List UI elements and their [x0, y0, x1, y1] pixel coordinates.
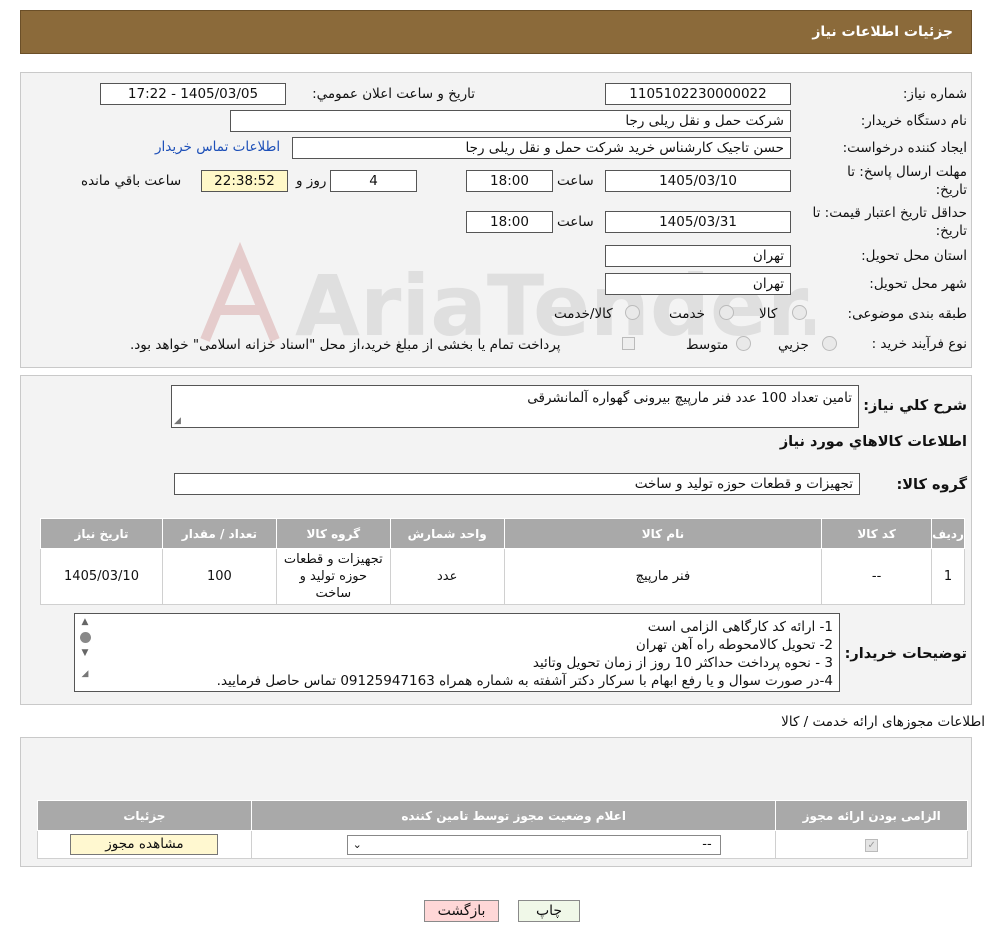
- payment-checkbox[interactable]: [622, 337, 635, 350]
- col-qty: تعداد / مقدار: [162, 518, 277, 549]
- buyer-org-field: شرکت حمل و نقل ریلی رجا: [230, 110, 791, 132]
- cell-qty: 100: [162, 548, 277, 605]
- process-minor-label: جزيي: [778, 337, 809, 353]
- back-button[interactable]: بازگشت: [424, 900, 499, 922]
- col-unit: واحد شمارش: [389, 518, 505, 549]
- need-number-label: شماره نیاز:: [902, 86, 967, 102]
- permit-status-value: --: [702, 836, 712, 852]
- category-goods-label: کالا: [759, 306, 778, 322]
- announce-field: 1405/03/05 - 17:22: [100, 83, 286, 105]
- cell-date: 1405/03/10: [40, 548, 163, 605]
- col-name: نام کالا: [503, 518, 823, 549]
- cell-permit-details: مشاهده مجوز: [37, 830, 252, 859]
- summary-textarea[interactable]: تامین تعداد 100 عدد فنر مارپیچ بیرونی گه…: [171, 385, 859, 428]
- scroll-up-icon[interactable]: ▲: [77, 616, 93, 628]
- goods-table: رديف کد کالا نام کالا واحد شمارش گروه کا…: [40, 518, 965, 605]
- col-date: تاريخ نياز: [40, 518, 163, 549]
- buyer-org-label: نام دستگاه خريدار:: [860, 113, 967, 129]
- process-medium-label: متوسط: [686, 337, 729, 353]
- need-number-field: 1105102230000022: [605, 83, 791, 105]
- cell-row: 1: [931, 548, 965, 605]
- validity-date-field: 1405/03/31: [605, 211, 791, 233]
- summary-label: شرح کلي نياز:: [863, 398, 967, 414]
- summary-text: تامین تعداد 100 عدد فنر مارپیچ بیرونی گه…: [527, 390, 852, 406]
- cell-group: تجهیزات و قطعات حوزه تولید و ساخت: [275, 548, 391, 605]
- buyer-note-line: 3 - نحوه پرداخت حداکثر 10 روز از زمان تح…: [532, 655, 833, 671]
- validity-time-label: ساعت: [557, 214, 594, 230]
- category-label: طبقه بندی موضوعی:: [847, 306, 967, 322]
- reply-time-label: ساعت: [557, 173, 594, 189]
- reply-deadline-label-date: تاریخ:: [935, 182, 967, 198]
- province-label: استان محل تحويل:: [861, 248, 967, 264]
- col-permit-status: اعلام وضعیت مجوز توسط تامین کننده: [250, 800, 777, 831]
- reply-date-field: 1405/03/10: [605, 170, 791, 192]
- creator-field: حسن تاجیک کارشناس خرید شرکت حمل و نقل ری…: [292, 137, 791, 159]
- category-goods-radio[interactable]: [792, 305, 807, 320]
- category-goods-service-label: کالا/خدمت: [554, 306, 613, 322]
- col-group: گروه کالا: [275, 518, 391, 549]
- page-header: جزئیات اطلاعات نیاز: [20, 10, 972, 54]
- col-row: رديف: [931, 518, 965, 549]
- days-label: روز و: [296, 173, 327, 189]
- category-service-radio[interactable]: [719, 305, 734, 320]
- reply-deadline-label: مهلت ارسال پاسخ: تا: [847, 164, 967, 180]
- buyer-notes-label: توضيحات خريدار:: [844, 646, 967, 662]
- city-field: تهران: [605, 273, 791, 295]
- permits-table-header: الزامی بودن ارائه مجوز اعلام وضعیت مجوز …: [37, 800, 968, 831]
- category-goods-service-radio[interactable]: [625, 305, 640, 320]
- province-field: تهران: [605, 245, 791, 267]
- city-label: شهر محل تحويل:: [869, 276, 967, 292]
- remaining-time-label: ساعت باقي مانده: [81, 173, 182, 189]
- table-row: ✓ -- ⌄ مشاهده مجوز: [37, 830, 968, 859]
- col-code: کد کالا: [821, 518, 933, 549]
- category-service-label: خدمت: [669, 306, 705, 322]
- permits-table: الزامی بودن ارائه مجوز اعلام وضعیت مجوز …: [37, 800, 968, 859]
- days-remaining-field: 4: [330, 170, 417, 192]
- process-type-label: نوع فرآیند خرید :: [871, 336, 967, 352]
- watermark-emblem-icon: [200, 241, 280, 342]
- notes-scrollbar[interactable]: ▲ ▼ ◢: [77, 616, 93, 689]
- goods-group-label: گروه کالا:: [896, 477, 967, 493]
- cell-name: فنر مارپیچ: [503, 548, 823, 605]
- cell-permit-required: ✓: [775, 830, 968, 859]
- resize-grip-icon[interactable]: ◢: [174, 416, 181, 426]
- col-permit-details: جزئیات: [37, 800, 252, 831]
- remaining-time-field: 22:38:52: [201, 170, 288, 192]
- process-medium-radio[interactable]: [736, 336, 751, 351]
- goods-group-field: تجهیزات و قطعات حوزه تولید و ساخت: [174, 473, 860, 495]
- price-validity-label: حداقل تاريخ اعتبار قيمت: تا: [812, 205, 967, 221]
- goods-info-title: اطلاعات کالاهاي مورد نياز: [779, 434, 967, 450]
- cell-unit: عدد: [389, 548, 505, 605]
- announce-label: تاریخ و ساعت اعلان عمومي:: [312, 86, 475, 102]
- reply-time-field: 18:00: [466, 170, 553, 192]
- buyer-note-line: 2- تحویل کالامحوطه راه آهن تهران: [635, 637, 833, 653]
- print-button[interactable]: چاپ: [518, 900, 580, 922]
- buyer-note-line: 1- ارائه کد کارگاهی الزامی است: [647, 619, 833, 635]
- page-title: جزئیات اطلاعات نیاز: [812, 24, 953, 40]
- view-permit-button[interactable]: مشاهده مجوز: [70, 834, 219, 855]
- validity-time-field: 18:00: [466, 211, 553, 233]
- process-minor-radio[interactable]: [822, 336, 837, 351]
- cell-code: --: [821, 548, 933, 605]
- buyer-contact-link[interactable]: اطلاعات تماس خريدار: [155, 139, 280, 155]
- permit-required-checkbox: ✓: [865, 839, 879, 852]
- buyer-notes-textarea[interactable]: 1- ارائه کد کارگاهی الزامی است 2- تحویل …: [74, 613, 840, 692]
- permits-title: اطلاعات مجوزهای ارائه خدمت / کالا: [781, 714, 985, 730]
- table-row: 1 -- فنر مارپیچ عدد تجهیزات و قطعات حوزه…: [40, 548, 965, 605]
- buyer-note-line: 4-در صورت سوال و یا رفع ابهام با سرکار د…: [216, 673, 833, 689]
- creator-label: ايجاد کننده درخواست:: [842, 140, 967, 156]
- goods-table-header: رديف کد کالا نام کالا واحد شمارش گروه کا…: [40, 518, 965, 549]
- scroll-thumb[interactable]: [79, 632, 91, 643]
- cell-permit-status: -- ⌄: [250, 830, 777, 859]
- resize-grip-icon[interactable]: ◢: [77, 665, 93, 683]
- scroll-down-icon[interactable]: ▼: [77, 647, 93, 659]
- col-permit-required: الزامی بودن ارائه مجوز: [775, 800, 968, 831]
- payment-note: پرداخت تمام يا بخشی از مبلغ خريد،از محل …: [130, 337, 561, 353]
- price-validity-label-date: تاریخ:: [935, 223, 967, 239]
- permit-status-select[interactable]: -- ⌄: [346, 834, 721, 855]
- chevron-down-icon: ⌄: [352, 837, 362, 851]
